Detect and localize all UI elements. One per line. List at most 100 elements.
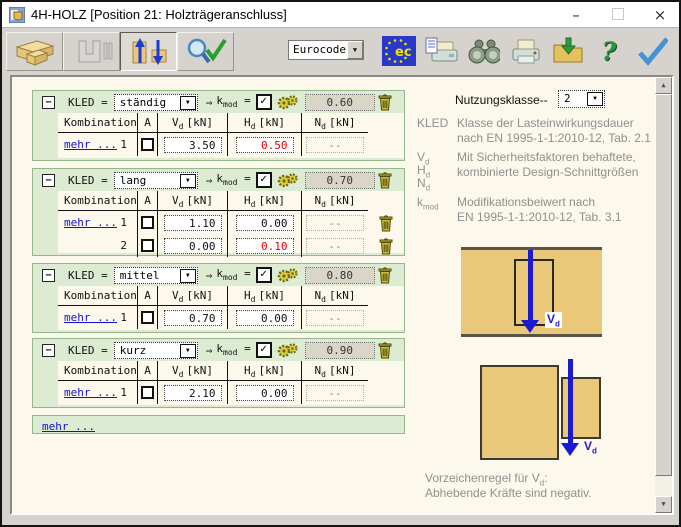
row-number: 1: [120, 216, 127, 229]
row-trash-cell: [368, 211, 404, 234]
kled-section-header: − KLED = lang ▼ ⇒ kmod = ✓ 0.70: [33, 169, 404, 191]
vd-input[interactable]: 3.50: [164, 137, 222, 153]
binoculars-button[interactable]: [466, 34, 500, 68]
chevron-down-icon[interactable]: ▼: [180, 344, 196, 358]
steel-profile-button[interactable]: [63, 32, 120, 71]
kled-select[interactable]: ständig ▼: [114, 94, 198, 111]
timber-joint-button[interactable]: [6, 32, 63, 71]
chevron-down-icon[interactable]: ▼: [180, 174, 196, 188]
kmod-checkbox[interactable]: ✓: [256, 94, 272, 110]
trash-icon[interactable]: [378, 266, 392, 284]
a-checkbox[interactable]: [141, 138, 154, 151]
vd-input[interactable]: 2.10: [164, 385, 222, 401]
vd-input[interactable]: 1.10: [164, 215, 222, 231]
gears-icon[interactable]: [277, 172, 299, 189]
a-checkbox[interactable]: [141, 311, 154, 324]
eurocode-select[interactable]: Eurocode 5 ▼: [288, 40, 364, 60]
scroll-down-button[interactable]: ▼: [655, 496, 672, 513]
kmod-checkbox[interactable]: ✓: [256, 342, 272, 358]
nd-input: --: [306, 215, 364, 231]
printer-button[interactable]: [508, 34, 542, 68]
trash-icon[interactable]: [379, 214, 393, 232]
a-checkbox[interactable]: [141, 216, 154, 229]
col-header-hd: Hd[kN]: [228, 191, 302, 211]
trash-icon[interactable]: [379, 237, 393, 255]
force-arrow-head: [521, 320, 539, 333]
chevron-down-icon[interactable]: ▼: [587, 92, 603, 106]
vd-input[interactable]: 0.00: [164, 238, 222, 254]
mehr-link[interactable]: mehr ...: [64, 386, 117, 399]
chevron-down-icon[interactable]: ▼: [180, 96, 196, 110]
a-cell: [138, 381, 158, 404]
gears-icon[interactable]: [277, 342, 299, 359]
col-header-vd: Vd[kN]: [158, 361, 228, 381]
collapse-button[interactable]: −: [42, 344, 55, 357]
hd-input[interactable]: 0.00: [236, 385, 294, 401]
nd-cell: --: [302, 234, 368, 257]
sign-rule-line2: Abhebende Kräfte sind negativ.: [425, 486, 592, 500]
collapse-button[interactable]: −: [42, 174, 55, 187]
titlebar: 4H-HOLZ [Position 21: Holzträgeranschlus…: [2, 2, 679, 27]
trash-icon[interactable]: [378, 341, 392, 359]
vd-cell: 2.10: [158, 381, 228, 404]
vd-input[interactable]: 0.70: [164, 310, 222, 326]
row-number: 2: [120, 239, 127, 252]
main-panel: − KLED = ständig ▼ ⇒ kmod = ✓ 0.60 Kombi…: [10, 75, 674, 515]
kled-select[interactable]: kurz ▼: [114, 342, 198, 359]
combinations-table: Kombination A Vd[kN] Hd[kN] Nd[kN] mehr …: [58, 286, 404, 330]
main-beam: [480, 365, 559, 460]
kled-select[interactable]: mittel ▼: [114, 267, 198, 284]
save-button[interactable]: [550, 34, 584, 68]
confirm-button[interactable]: [634, 34, 668, 68]
steel-profile-icon: [71, 38, 113, 66]
vd-force-label: Vd: [545, 312, 562, 328]
force-arrow-head: [561, 443, 579, 456]
row-number: 1: [120, 386, 127, 399]
kled-select[interactable]: lang ▼: [114, 172, 198, 189]
trash-icon[interactable]: [378, 171, 392, 189]
diagram-beam-side-view: Vd: [480, 359, 615, 474]
hd-input[interactable]: 0.00: [236, 310, 294, 326]
nutzungsklasse-select[interactable]: 2 ▼: [558, 90, 605, 108]
a-checkbox[interactable]: [141, 386, 154, 399]
ec-norm-button[interactable]: ec: [382, 34, 416, 68]
col-header-vd: Vd[kN]: [158, 113, 228, 133]
close-button[interactable]: ×: [651, 6, 669, 24]
scrollbar-thumb[interactable]: [655, 94, 672, 476]
help-button[interactable]: ?: [592, 34, 626, 68]
row-trash-cell: [368, 381, 404, 404]
nd-input: --: [306, 310, 364, 326]
chevron-down-icon[interactable]: ▼: [347, 41, 363, 59]
diagram-beam-cross-section: Vd: [461, 247, 602, 337]
collapse-button[interactable]: −: [42, 96, 55, 109]
kmod-value: 0.70: [305, 172, 375, 189]
trash-icon[interactable]: [378, 93, 392, 111]
check-results-button[interactable]: [177, 32, 234, 71]
nutzungsklasse-label: Nutzungsklasse--: [455, 93, 548, 107]
mehr-link[interactable]: mehr ...: [64, 216, 117, 229]
nd-cell: --: [302, 306, 368, 329]
a-checkbox[interactable]: [141, 239, 154, 252]
minimize-button[interactable]: –: [567, 6, 585, 24]
hd-input[interactable]: 0.10: [236, 238, 294, 254]
kled-label: KLED =: [68, 96, 108, 109]
kled-select-value: ständig: [120, 96, 166, 109]
gears-icon[interactable]: [277, 94, 299, 111]
vertical-scrollbar[interactable]: ▲ ▼: [655, 77, 672, 513]
scroll-up-button[interactable]: ▲: [655, 77, 672, 94]
hd-input[interactable]: 0.00: [236, 215, 294, 231]
col-header-a: A: [138, 191, 158, 211]
collapse-button[interactable]: −: [42, 269, 55, 282]
print-preview-button[interactable]: [424, 34, 458, 68]
chevron-down-icon[interactable]: ▼: [180, 269, 196, 283]
hd-input[interactable]: 0.50: [236, 137, 294, 153]
mehr-link[interactable]: mehr ...: [42, 420, 95, 433]
col-header-kombination: Kombination: [58, 191, 138, 211]
toolbar: Eurocode 5 ▼ ec ?: [2, 27, 679, 73]
kmod-checkbox[interactable]: ✓: [256, 267, 272, 283]
kmod-checkbox[interactable]: ✓: [256, 172, 272, 188]
load-arrows-button[interactable]: [120, 32, 177, 71]
mehr-link[interactable]: mehr ...: [64, 311, 117, 324]
mehr-link[interactable]: mehr ...: [64, 138, 117, 151]
gears-icon[interactable]: [277, 267, 299, 284]
